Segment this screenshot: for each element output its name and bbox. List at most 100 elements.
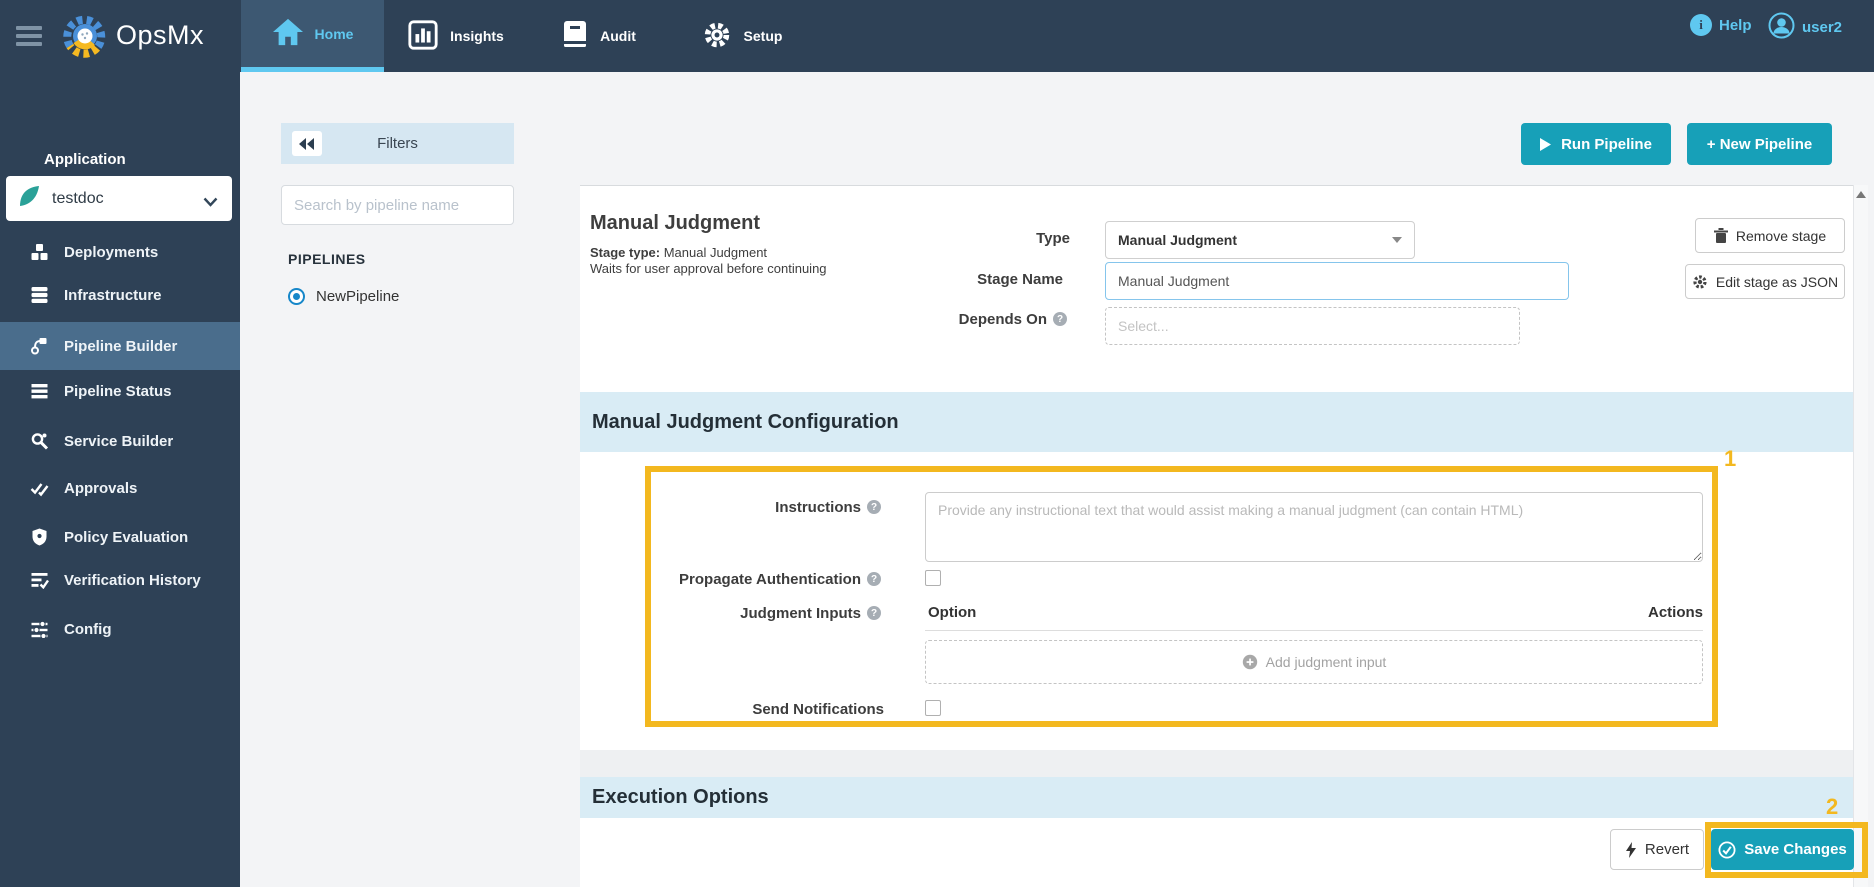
execution-options-title: Execution Options xyxy=(592,786,769,808)
pipeline-name: NewPipeline xyxy=(316,288,400,305)
sidebar-item-verification-history[interactable]: Verification History xyxy=(0,556,240,604)
help-circle-icon[interactable]: ? xyxy=(1053,312,1067,326)
tab-audit-label: Audit xyxy=(600,28,636,44)
opsmx-pipeline-builder-page: OpsMx Home Insights Audit Setup i Help u… xyxy=(0,0,1874,887)
tab-insights[interactable]: Insights xyxy=(384,0,527,72)
sidebar-item-label: Deployments xyxy=(64,243,159,261)
run-pipeline-label: Run Pipeline xyxy=(1561,135,1652,153)
opsmx-logo-icon xyxy=(62,13,108,59)
depends-on-select[interactable]: Select... xyxy=(1105,307,1520,345)
bar-chart-icon xyxy=(407,19,439,54)
actions-column-header: Actions xyxy=(1647,604,1703,621)
stage-type-dropdown[interactable]: Manual Judgment xyxy=(1105,221,1415,259)
judgment-inputs-label-row: Judgment Inputs ? xyxy=(600,604,881,622)
new-pipeline-label: + New Pipeline xyxy=(1706,135,1813,153)
sidebar-item-config[interactable]: Config xyxy=(0,605,240,653)
sidebar-item-infrastructure[interactable]: Infrastructure xyxy=(0,271,240,319)
add-judgment-input-label: Add judgment input xyxy=(1265,654,1387,670)
send-notifications-label: Send Notifications xyxy=(752,700,884,718)
add-judgment-input-button[interactable]: Add judgment input xyxy=(925,640,1703,684)
revert-label: Revert xyxy=(1644,841,1690,858)
server-stack-icon xyxy=(31,287,48,303)
sidebar-item-service-builder[interactable]: Service Builder xyxy=(0,417,240,465)
propagate-auth-label-row: Propagate Authentication ? xyxy=(600,570,881,588)
sidebar-item-pipeline-builder[interactable]: Pipeline Builder xyxy=(0,322,240,370)
tab-home[interactable]: Home xyxy=(241,0,384,72)
depends-on-placeholder: Select... xyxy=(1118,318,1169,334)
tab-setup[interactable]: Setup xyxy=(670,0,813,72)
sidebar-item-label: Pipeline Builder xyxy=(64,337,178,355)
new-pipeline-button[interactable]: + New Pipeline xyxy=(1687,123,1832,165)
propagate-auth-checkbox[interactable] xyxy=(925,570,941,586)
annotation-number-1: 1 xyxy=(1724,446,1737,471)
instructions-label: Instructions xyxy=(775,498,861,516)
hamburger-menu-icon[interactable] xyxy=(16,26,42,46)
circle-plus-icon xyxy=(1242,654,1257,670)
stage-description: Waits for user approval before continuin… xyxy=(590,261,827,276)
propagate-auth-label: Propagate Authentication xyxy=(679,570,861,588)
stage-name-input[interactable] xyxy=(1105,262,1569,300)
sidebar-item-deployments[interactable]: Deployments xyxy=(0,228,240,276)
pipeline-list-item[interactable]: NewPipeline xyxy=(288,288,399,305)
top-navigation-bar: OpsMx Home Insights Audit Setup i Help u… xyxy=(0,0,1874,72)
pipeline-branch-icon xyxy=(31,338,47,355)
save-changes-label: Save Changes xyxy=(1744,841,1847,858)
judgment-inputs-label: Judgment Inputs xyxy=(740,604,861,622)
save-changes-button[interactable]: Save Changes xyxy=(1711,829,1854,870)
help-circle-icon[interactable]: ? xyxy=(867,606,881,620)
stage-type-value: Manual Judgment xyxy=(660,245,768,260)
filters-panel-header: Filters xyxy=(281,123,514,164)
application-leaf-icon xyxy=(16,183,42,214)
sidebar-item-label: Pipeline Status xyxy=(64,382,172,400)
help-info-icon: i xyxy=(1690,14,1712,36)
user-avatar-icon xyxy=(1768,12,1795,43)
section-gap xyxy=(580,750,1853,777)
remove-stage-button[interactable]: Remove stage xyxy=(1695,218,1845,253)
collapse-filters-button[interactable] xyxy=(292,131,322,156)
sidebar-item-label: Service Builder xyxy=(64,432,174,450)
pipeline-search-input[interactable] xyxy=(281,185,514,225)
trash-icon xyxy=(1713,227,1728,243)
lightning-icon xyxy=(1625,841,1636,858)
gear-icon xyxy=(1693,274,1707,289)
scroll-up-arrow-icon[interactable] xyxy=(1856,191,1866,198)
instructions-textarea[interactable] xyxy=(925,492,1703,562)
stage-name-label: Stage Name xyxy=(977,271,1063,288)
user-label: user2 xyxy=(1802,19,1843,36)
edit-stage-json-button[interactable]: Edit stage as JSON xyxy=(1685,264,1845,299)
tab-audit[interactable]: Audit xyxy=(527,0,670,72)
application-name: testdoc xyxy=(52,189,104,207)
filters-title: Filters xyxy=(377,135,418,152)
sidebar-item-approvals[interactable]: Approvals xyxy=(0,464,240,512)
tab-setup-label: Setup xyxy=(743,28,783,44)
stage-type-line: Stage type: Manual Judgment xyxy=(590,245,767,260)
list-bars-icon xyxy=(31,384,48,399)
instructions-label-row: Instructions ? xyxy=(600,498,881,516)
application-selector[interactable]: testdoc xyxy=(6,176,232,221)
sidebar-item-label: Approvals xyxy=(64,479,138,497)
depends-on-label: Depends On xyxy=(958,310,1047,328)
revert-button[interactable]: Revert xyxy=(1610,829,1704,870)
sidebar-item-label: Infrastructure xyxy=(64,286,162,304)
rewind-icon xyxy=(299,137,314,150)
sidebar-item-policy-evaluation[interactable]: Policy Evaluation xyxy=(0,513,240,561)
sidebar-item-pipeline-status[interactable]: Pipeline Status xyxy=(0,367,240,415)
help-label: Help xyxy=(1719,16,1752,34)
run-pipeline-button[interactable]: Run Pipeline xyxy=(1521,123,1671,165)
stage-type-label: Stage type: xyxy=(590,245,661,260)
help-circle-icon[interactable]: ? xyxy=(867,500,881,514)
chevron-down-icon xyxy=(203,194,218,212)
left-sidebar: Application testdoc Deployments Infrastr… xyxy=(0,72,240,887)
vertical-scrollbar[interactable] xyxy=(1853,185,1868,887)
application-section-label: Application xyxy=(44,151,126,168)
edit-stage-json-label: Edit stage as JSON xyxy=(1715,273,1839,290)
send-notifications-label-row: Send Notifications xyxy=(600,700,884,718)
play-icon xyxy=(1540,137,1552,151)
send-notifications-checkbox[interactable] xyxy=(925,700,941,716)
pipeline-radio-selected[interactable] xyxy=(288,288,305,305)
help-circle-icon[interactable]: ? xyxy=(867,572,881,586)
audit-book-icon xyxy=(561,19,589,54)
service-wrench-icon xyxy=(31,433,49,450)
user-menu[interactable]: user2 xyxy=(1768,12,1842,43)
help-menu[interactable]: i Help xyxy=(1690,14,1752,36)
